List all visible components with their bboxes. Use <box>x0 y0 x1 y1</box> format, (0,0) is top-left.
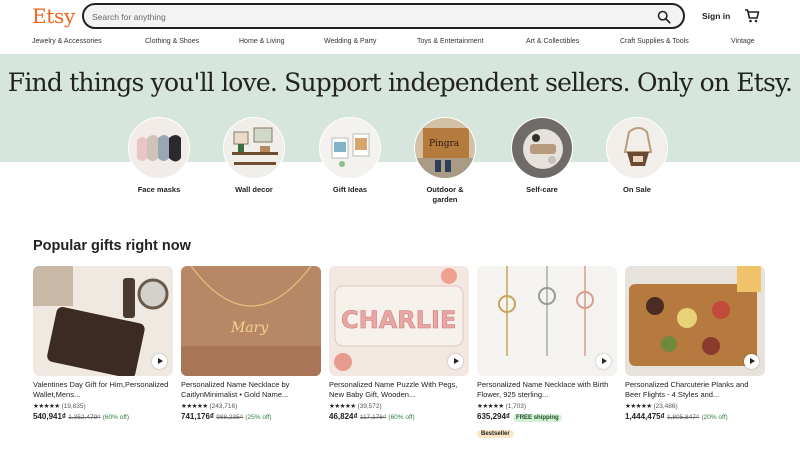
product-image-puzzle[interactable]: CHARLIE <box>329 266 469 376</box>
discount: (20% off) <box>701 414 728 421</box>
play-video-icon[interactable] <box>596 354 611 369</box>
circle-outdoor-garden[interactable]: Pingra Outdoor & garden <box>413 117 477 205</box>
product-card[interactable]: CHARLIE Personalized Name Puzzle With Pe… <box>329 266 469 421</box>
search-icon[interactable] <box>657 10 671 24</box>
current-price: 741,176₫ <box>181 412 215 421</box>
circle-wall-decor[interactable]: Wall decor <box>222 117 286 195</box>
hero-headline: Find things you'll love. Support indepen… <box>7 68 793 97</box>
product-card[interactable]: Personalized Name Necklace with Birth Fl… <box>477 266 617 440</box>
circle-label: Gift Ideas <box>332 185 368 194</box>
product-price: 540,941₫ 1,352,479₫ (60% off) <box>33 412 173 421</box>
product-title[interactable]: Personalized Charcuterie Planks and Beer… <box>625 380 765 400</box>
product-card[interactable]: Valentines Day Gift for Him,Personalized… <box>33 266 173 421</box>
product-price: 46,824₫ 117,176₫ (60% off) <box>329 412 469 421</box>
product-image-flower-necklace[interactable] <box>477 266 617 376</box>
product-price: 741,176₫ 988,235₫ (25% off) <box>181 412 321 421</box>
product-rating: ★★★★★ (19,835) <box>33 402 173 410</box>
product-rating: ★★★★★ (1,703) <box>477 402 617 410</box>
gift-ideas-image <box>319 117 381 179</box>
product-image-charcuterie[interactable] <box>625 266 765 376</box>
current-price: 635,294₫ <box>477 412 511 421</box>
review-count: (19,835) <box>61 403 86 410</box>
nav-toys[interactable]: Toys & Entertainment <box>417 38 484 45</box>
current-price: 1,444,475₫ <box>625 412 665 421</box>
current-price: 540,941₫ <box>33 412 67 421</box>
product-price: 635,294₫ FREE shipping <box>477 412 617 422</box>
svg-text:Mary: Mary <box>230 320 269 336</box>
product-title[interactable]: Personalized Name Puzzle With Pegs, New … <box>329 380 469 400</box>
original-price: 117,176₫ <box>359 414 387 421</box>
nav-home-living[interactable]: Home & Living <box>239 38 285 45</box>
circle-on-sale[interactable]: On Sale <box>605 117 669 195</box>
search-bar[interactable] <box>82 3 685 29</box>
play-video-icon[interactable] <box>448 354 463 369</box>
product-title[interactable]: Valentines Day Gift for Him,Personalized… <box>33 380 173 400</box>
review-count: (1,703) <box>505 403 527 410</box>
circle-label: On Sale <box>623 185 651 194</box>
circle-label: Face masks <box>137 185 181 194</box>
star-rating-icon: ★★★★★ <box>477 403 504 410</box>
star-rating-icon: ★★★★★ <box>33 403 60 410</box>
circle-gift-ideas[interactable]: Gift Ideas <box>318 117 382 195</box>
cart-icon[interactable] <box>744 8 760 24</box>
product-rating: ★★★★★ (243,716) <box>181 402 321 410</box>
wall-decor-image <box>223 117 285 179</box>
header: Etsy Sign in <box>0 0 800 34</box>
nav-clothing[interactable]: Clothing & Shoes <box>145 38 199 45</box>
review-count: (243,716) <box>209 403 238 410</box>
nav-art[interactable]: Art & Collectibles <box>526 38 579 45</box>
star-rating-icon: ★★★★★ <box>625 403 652 410</box>
nav-craft[interactable]: Craft Supplies & Tools <box>620 38 689 45</box>
nav-wedding[interactable]: Wedding & Party <box>324 38 376 45</box>
product-price: 1,444,475₫ 1,805,847₫ (20% off) <box>625 412 765 421</box>
product-image-wallet[interactable] <box>33 266 173 376</box>
circle-face-masks[interactable]: Face masks <box>127 117 191 195</box>
review-count: (39,572) <box>357 403 382 410</box>
discount: (60% off) <box>102 414 130 421</box>
bestseller-badge: Bestseller <box>477 430 514 438</box>
review-count: (23,486) <box>653 403 678 410</box>
nav-jewelry[interactable]: Jewelry & Accessories <box>32 38 102 45</box>
search-input[interactable] <box>92 9 632 25</box>
discount: (60% off) <box>388 414 415 421</box>
self-care-image <box>511 117 573 179</box>
product-title[interactable]: Personalized Name Necklace with Birth Fl… <box>477 380 617 400</box>
product-rating: ★★★★★ (23,486) <box>625 402 765 410</box>
product-card[interactable]: Mary Personalized Name Necklace by Caitl… <box>181 266 321 421</box>
play-video-icon[interactable] <box>744 354 759 369</box>
popular-section-title: Popular gifts right now <box>33 238 191 254</box>
on-sale-image <box>606 117 668 179</box>
category-nav: Jewelry & Accessories Clothing & Shoes H… <box>0 36 800 52</box>
free-shipping-badge: FREE shipping <box>513 414 562 422</box>
circle-self-care[interactable]: Self-care <box>510 117 574 195</box>
svg-text:CHARLIE: CHARLIE <box>341 306 456 334</box>
sign-in-link[interactable]: Sign in <box>702 11 730 21</box>
play-video-icon[interactable] <box>152 354 167 369</box>
nav-vintage[interactable]: Vintage <box>731 38 755 45</box>
current-price: 46,824₫ <box>329 412 358 421</box>
product-card[interactable]: Personalized Charcuterie Planks and Beer… <box>625 266 765 421</box>
circle-label: Wall decor <box>235 185 273 194</box>
discount: (25% off) <box>245 414 272 421</box>
circle-label: Outdoor & garden <box>426 185 464 204</box>
product-rating: ★★★★★ (39,572) <box>329 402 469 410</box>
face-masks-image <box>128 117 190 179</box>
svg-text:Pingra: Pingra <box>429 139 460 149</box>
original-price: 1,805,847₫ <box>666 414 700 421</box>
star-rating-icon: ★★★★★ <box>181 403 208 410</box>
product-image-necklace[interactable]: Mary <box>181 266 321 376</box>
original-price: 1,352,479₫ <box>68 414 101 421</box>
outdoor-garden-image: Pingra <box>414 117 476 179</box>
hero-banner: Find things you'll love. Support indepen… <box>0 54 800 162</box>
circle-label: Self-care <box>526 185 558 194</box>
original-price: 988,235₫ <box>216 414 244 421</box>
etsy-logo[interactable]: Etsy <box>32 4 75 28</box>
product-title[interactable]: Personalized Name Necklace by CaitlynMin… <box>181 380 321 400</box>
star-rating-icon: ★★★★★ <box>329 403 356 410</box>
